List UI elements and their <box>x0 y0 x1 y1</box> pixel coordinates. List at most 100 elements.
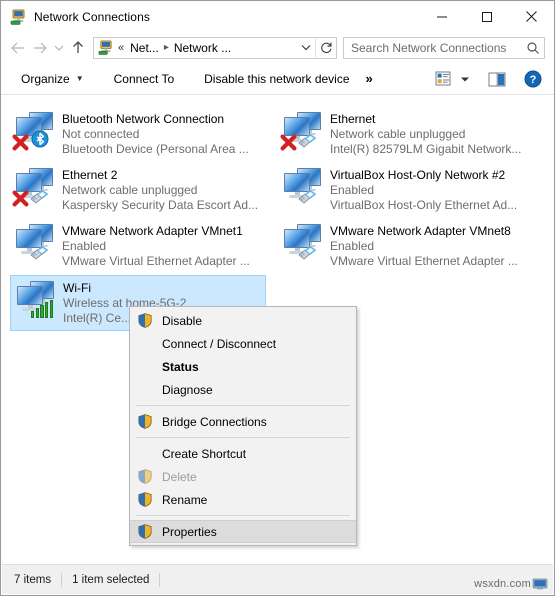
connection-labels: Ethernet Network cable unplugged Intel(R) … <box>330 110 521 157</box>
context-menu-item[interactable]: Create Shortcut <box>130 442 356 465</box>
recent-locations-chevron-icon[interactable] <box>51 37 67 59</box>
uac-shield-icon <box>132 410 158 433</box>
network-connections-icon <box>10 9 26 25</box>
back-arrow-icon[interactable] <box>7 37 29 59</box>
context-menu-item-label: Connect / Disconnect <box>162 336 277 351</box>
context-menu-separator <box>136 515 350 516</box>
uac-shield-icon <box>138 524 152 539</box>
connection-name: VirtualBox Host-Only Network #2 <box>330 168 506 182</box>
refresh-icon[interactable] <box>315 37 336 58</box>
connection-name: Ethernet <box>330 112 376 126</box>
uac-shield-icon <box>132 520 158 543</box>
forward-arrow-icon[interactable] <box>29 37 51 59</box>
uac-shield-icon <box>138 469 152 484</box>
close-button[interactable] <box>509 1 554 32</box>
breadcrumb-item-0[interactable]: Net... <box>126 41 163 55</box>
context-menu-item[interactable]: Disable <box>130 309 356 332</box>
connections-grid: Bluetooth Network Connection Not connecte… <box>2 101 553 331</box>
context-menu-item-label: Status <box>162 359 199 374</box>
minimize-button[interactable] <box>419 1 464 32</box>
connection-name: Wi-Fi <box>63 281 91 295</box>
connection-item[interactable]: Bluetooth Network Connection Not connecte… <box>10 107 266 163</box>
status-divider <box>159 572 161 587</box>
connection-icon <box>280 222 326 270</box>
preview-pane-icon[interactable] <box>484 66 510 92</box>
uac-shield-icon <box>132 488 158 511</box>
connection-labels: VMware Network Adapter VMnet1 Enabled VMwa… <box>62 222 250 269</box>
breadcrumb-overflow[interactable]: « <box>117 42 126 54</box>
uac-shield-icon <box>132 465 158 488</box>
context-menu-item[interactable]: Connect / Disconnect <box>130 332 356 355</box>
connection-icon <box>280 166 326 214</box>
breadcrumb-item-1[interactable]: Network ... <box>170 41 235 55</box>
view-layout-icon[interactable] <box>430 66 456 92</box>
context-menu-item-label: Delete <box>162 469 197 484</box>
toolbar-right-group: ? <box>430 63 546 95</box>
breadcrumb[interactable]: « Net... ▸ Network ... <box>117 41 297 55</box>
search-box[interactable] <box>343 36 545 59</box>
breadcrumb-separator-icon: ▸ <box>163 42 169 53</box>
context-menu-item[interactable]: Status <box>130 355 356 378</box>
connection-device: Bluetooth Device (Personal Area ... <box>62 142 249 156</box>
rj45-plug-icon <box>297 188 317 206</box>
red-x-icon <box>12 190 29 207</box>
chevron-down-icon[interactable] <box>297 44 315 51</box>
organize-button[interactable]: Organize ▼ <box>13 67 92 91</box>
context-menu[interactable]: Disable Connect / Disconnect Status Diagnos… <box>129 306 357 546</box>
rj45-plug-icon <box>297 244 317 262</box>
uac-shield-icon <box>138 313 152 328</box>
help-icon[interactable]: ? <box>520 66 546 92</box>
connection-icon <box>13 279 59 327</box>
address-network-icon <box>98 40 113 55</box>
uac-shield-icon <box>138 414 152 429</box>
menu-icon-placeholder <box>132 442 158 465</box>
window-caption-buttons <box>419 1 554 32</box>
address-bar[interactable]: « Net... ▸ Network ... <box>93 36 337 59</box>
context-menu-item[interactable]: Properties <box>130 520 356 543</box>
menu-icon-placeholder <box>132 332 158 355</box>
connection-device: Intel(R) 82579LM Gigabit Network... <box>330 142 522 156</box>
context-menu-item[interactable]: Rename <box>130 488 356 511</box>
context-menu-item[interactable]: Diagnose <box>130 378 356 401</box>
uac-shield-icon <box>138 492 152 507</box>
connection-labels: Bluetooth Network Connection Not connecte… <box>62 110 249 157</box>
connection-item[interactable]: Ethernet 2 Network cable unplugged Kaspers… <box>10 163 266 219</box>
context-menu-item-label: Create Shortcut <box>162 446 247 461</box>
connection-labels: VMware Network Adapter VMnet8 Enabled VMwa… <box>330 222 518 269</box>
svg-text:?: ? <box>530 74 537 86</box>
status-bar: 7 items 1 item selected <box>2 564 553 594</box>
context-menu-item-label: Bridge Connections <box>162 414 267 429</box>
watermark-text: wsxdn.com <box>474 578 531 590</box>
connection-item[interactable]: VMware Network Adapter VMnet8 Enabled VMwa… <box>278 219 534 275</box>
rj45-plug-icon <box>297 132 317 150</box>
context-menu-separator <box>136 405 350 406</box>
context-menu-separator <box>136 437 350 438</box>
context-menu-item-label: Diagnose <box>162 382 213 397</box>
connect-to-button[interactable]: Connect To <box>106 67 183 91</box>
organize-label: Organize <box>21 71 70 86</box>
connection-item[interactable]: Ethernet Network cable unplugged Intel(R) … <box>278 107 534 163</box>
connection-item[interactable]: VirtualBox Host-Only Network #2 Enabled Vi… <box>278 163 534 219</box>
disable-this-network-device-button[interactable]: Disable this network device <box>196 67 357 91</box>
context-menu-item[interactable]: Bridge Connections <box>130 410 356 433</box>
uac-shield-icon <box>132 309 158 332</box>
connection-labels: Ethernet 2 Network cable unplugged Kaspers… <box>62 166 258 213</box>
watermark: wsxdn.com <box>474 578 548 590</box>
connection-name: VMware Network Adapter VMnet8 <box>330 224 511 238</box>
maximize-button[interactable] <box>464 1 509 32</box>
up-arrow-icon[interactable] <box>67 37 89 59</box>
context-menu-item: Delete <box>130 465 356 488</box>
command-toolbar: Organize ▼ Connect To Disable this netwo… <box>1 63 554 95</box>
search-icon[interactable] <box>522 41 544 55</box>
connection-name: Ethernet 2 <box>62 168 118 182</box>
network-connections-window: Network Connections « Net... ▸ Network .… <box>0 0 555 596</box>
connection-item[interactable]: VMware Network Adapter VMnet1 Enabled VMwa… <box>10 219 266 275</box>
toolbar-overflow-button[interactable]: » <box>358 67 381 91</box>
connection-device: VirtualBox Host-Only Ethernet Ad... <box>330 198 518 212</box>
menu-icon-placeholder <box>132 355 158 378</box>
connection-status: Not connected <box>62 127 140 141</box>
title-bar: Network Connections <box>1 1 554 32</box>
view-chevron-down-icon[interactable] <box>456 66 474 92</box>
search-input[interactable] <box>344 39 522 56</box>
wifi-signal-bars-icon <box>31 300 54 318</box>
